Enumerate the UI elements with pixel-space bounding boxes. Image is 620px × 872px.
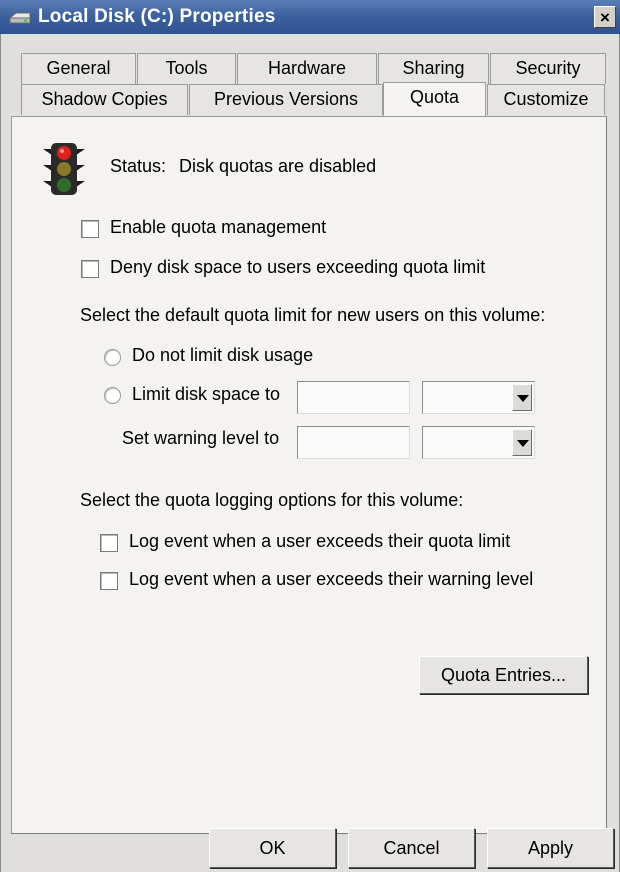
window-title: Local Disk (C:) Properties — [38, 6, 276, 27]
no-limit-radio[interactable] — [104, 349, 121, 366]
tab-previous-versions[interactable]: Previous Versions — [189, 84, 383, 115]
drive-icon — [8, 9, 32, 30]
limit-value-input[interactable] — [297, 381, 410, 414]
status-label: Status: — [110, 156, 167, 176]
warning-label: Set warning level to — [122, 428, 280, 448]
status-text: Disk quotas are disabled — [179, 156, 377, 176]
log-warning-checkbox[interactable] — [100, 572, 118, 590]
enable-quota-checkbox[interactable] — [81, 220, 99, 238]
limit-radio[interactable] — [104, 387, 121, 404]
deny-space-checkbox[interactable] — [81, 260, 99, 278]
dialog-body: General Tools Hardware Sharing Security … — [0, 34, 620, 872]
log-limit-label: Log event when a user exceeds their quot… — [129, 531, 511, 551]
cancel-button[interactable]: Cancel — [348, 828, 475, 868]
apply-button[interactable]: Apply — [487, 828, 614, 868]
quota-entries-button[interactable]: Quota Entries... — [419, 656, 588, 694]
limit-unit-select[interactable] — [422, 381, 535, 414]
enable-quota-label: Enable quota management — [110, 217, 327, 237]
tab-customize[interactable]: Customize — [487, 84, 605, 115]
log-warning-label: Log event when a user exceeds their warn… — [129, 569, 534, 589]
tab-security[interactable]: Security — [490, 53, 606, 84]
warning-value-input[interactable] — [297, 426, 410, 459]
quota-panel: Status: Disk quotas are disabled Enable … — [11, 116, 607, 834]
chevron-down-icon[interactable] — [512, 429, 532, 456]
ok-button[interactable]: OK — [209, 828, 336, 868]
tab-general[interactable]: General — [21, 53, 136, 84]
tab-hardware[interactable]: Hardware — [237, 53, 377, 84]
warning-unit-select[interactable] — [422, 426, 535, 459]
limit-label: Limit disk space to — [132, 384, 281, 404]
traffic-light-icon — [41, 141, 87, 202]
title-bar: Local Disk (C:) Properties × — [0, 0, 620, 34]
tab-tools[interactable]: Tools — [137, 53, 236, 84]
log-limit-checkbox[interactable] — [100, 534, 118, 552]
close-button[interactable]: × — [594, 6, 616, 28]
no-limit-label: Do not limit disk usage — [132, 345, 314, 365]
chevron-down-icon[interactable] — [512, 384, 532, 411]
tab-quota[interactable]: Quota — [383, 82, 486, 116]
tab-shadow-copies[interactable]: Shadow Copies — [21, 84, 188, 115]
logging-heading: Select the quota logging options for thi… — [80, 490, 464, 510]
tab-sharing[interactable]: Sharing — [378, 53, 489, 84]
default-limit-heading: Select the default quota limit for new u… — [80, 305, 546, 325]
deny-space-label: Deny disk space to users exceeding quota… — [110, 257, 486, 277]
